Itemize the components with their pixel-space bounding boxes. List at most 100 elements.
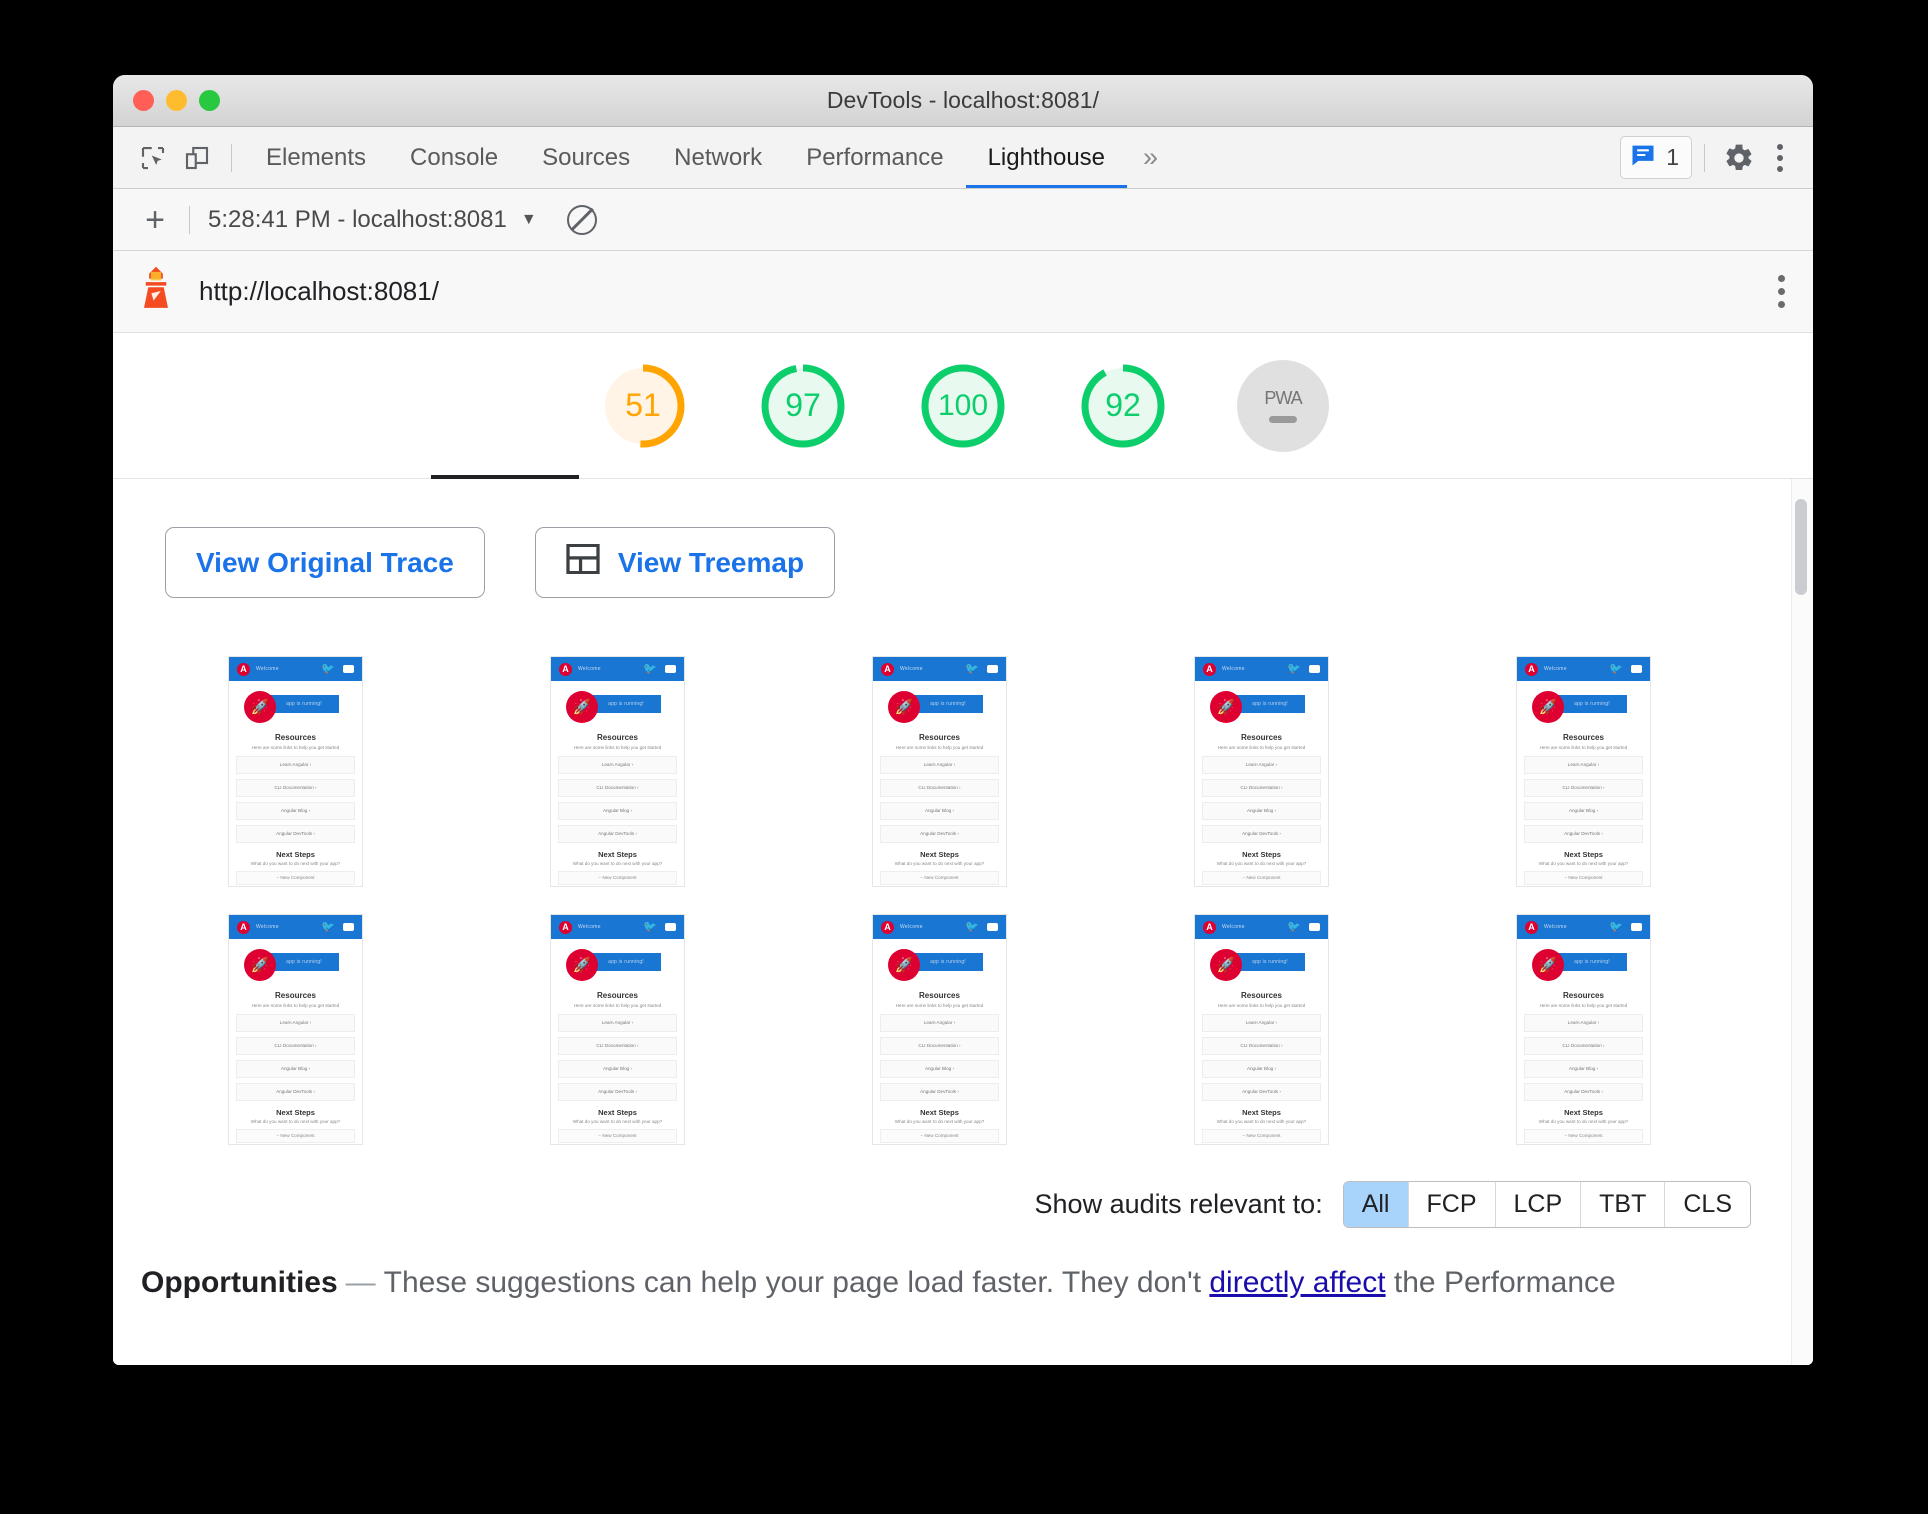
- tab-console[interactable]: Console: [388, 127, 520, 188]
- thumb-hero: app is running! 🚀: [873, 681, 1006, 731]
- report-action-buttons: View Original Trace View Treemap: [113, 479, 1813, 598]
- more-tabs-icon[interactable]: »: [1127, 142, 1174, 173]
- thumb-next-card: − New Component: [558, 1128, 677, 1143]
- youtube-icon: [1631, 665, 1642, 673]
- thumb-next-card: − New Component: [1202, 1128, 1321, 1143]
- angular-logo-icon: A: [237, 662, 250, 676]
- opportunities-section: Opportunities — These suggestions can help…: [113, 1228, 1813, 1300]
- report-options-icon[interactable]: [1778, 275, 1785, 308]
- view-original-trace-button[interactable]: View Original Trace: [165, 527, 485, 598]
- thumb-social: 🐦: [965, 663, 998, 675]
- thumb-resource-card: Angular Blog ›: [558, 801, 677, 820]
- opportunities-link[interactable]: directly affect: [1209, 1266, 1385, 1299]
- score-gauge-pwa[interactable]: PWA: [1237, 359, 1329, 452]
- thumb-next-heading: Next Steps: [598, 1107, 637, 1117]
- thumb-next-heading: Next Steps: [1564, 849, 1603, 859]
- thumb-brand: Welcome: [256, 666, 279, 672]
- report-select-label: 5:28:41 PM - localhost:8081: [208, 205, 507, 233]
- filmstrip-frame[interactable]: A Welcome 🐦 app is running! 🚀 Resources …: [1516, 914, 1651, 1145]
- tab-network[interactable]: Network: [652, 127, 784, 188]
- score-value-performance: 51: [625, 387, 661, 423]
- thumb-next-sub: What do you want to do next with your ap…: [1216, 860, 1307, 866]
- thumb-resource-card: CLI Documentation ›: [880, 778, 999, 797]
- thumb-resource-card: Angular DevTools ›: [236, 824, 355, 843]
- audit-filter-all[interactable]: All: [1343, 1182, 1409, 1227]
- thumb-resource-card: CLI Documentation ›: [880, 1036, 999, 1055]
- clear-all-icon[interactable]: [566, 204, 597, 235]
- toolbar-divider: [231, 143, 232, 172]
- score-gauge-best-practices[interactable]: 100: [917, 360, 1009, 452]
- thumb-next-heading: Next Steps: [920, 1107, 959, 1117]
- filmstrip-frame[interactable]: A Welcome 🐦 app is running! 🚀 Resources …: [550, 656, 685, 887]
- thumb-next-sub: What do you want to do next with your ap…: [894, 860, 985, 866]
- window-titlebar: DevTools - localhost:8081/: [113, 75, 1813, 127]
- thumb-resource-card: Angular DevTools ›: [880, 1082, 999, 1101]
- report-url: http://localhost:8081/: [199, 276, 439, 306]
- score-gauge-seo[interactable]: 92: [1077, 360, 1169, 452]
- thumb-heading: Resources: [1563, 733, 1604, 742]
- thumb-appbar: A Welcome 🐦: [551, 915, 684, 939]
- thumb-banner: app is running!: [591, 953, 661, 971]
- scrollbar-track[interactable]: [1791, 479, 1813, 1365]
- filmstrip-frame[interactable]: A Welcome 🐦 app is running! 🚀 Resources …: [1516, 656, 1651, 887]
- tab-performance[interactable]: Performance: [784, 127, 965, 188]
- new-report-button[interactable]: +: [133, 203, 177, 237]
- tab-elements[interactable]: Elements: [244, 127, 388, 188]
- tab-sources[interactable]: Sources: [520, 127, 652, 188]
- filmstrip-frame[interactable]: A Welcome 🐦 app is running! 🚀 Resources …: [872, 656, 1007, 887]
- kebab-menu-icon[interactable]: [1761, 143, 1799, 172]
- thumb-social: 🐦: [321, 921, 354, 933]
- thumb-appbar: A Welcome 🐦: [229, 915, 362, 939]
- thumb-subheading: Here are some links to help you get star…: [573, 745, 662, 750]
- scrollbar-thumb[interactable]: [1795, 499, 1807, 595]
- thumb-next-heading: Next Steps: [1242, 1107, 1281, 1117]
- score-gauges: 51 97 100 92 PWA: [113, 333, 1813, 479]
- thumb-resource-card: Angular Blog ›: [880, 1059, 999, 1078]
- issues-counter-button[interactable]: 1: [1620, 136, 1692, 179]
- youtube-icon: [1631, 923, 1642, 931]
- filmstrip-frame[interactable]: A Welcome 🐦 app is running! 🚀 Resources …: [1194, 914, 1329, 1145]
- inspect-cursor-icon[interactable]: [131, 136, 175, 180]
- gear-icon[interactable]: [1717, 136, 1761, 180]
- thumb-resource-card: CLI Documentation ›: [558, 778, 677, 797]
- thumb-resource-card: Learn Angular ›: [1202, 1013, 1321, 1032]
- thumb-appbar: A Welcome 🐦: [1517, 657, 1650, 681]
- audit-filter-lcp[interactable]: LCP: [1495, 1182, 1582, 1227]
- score-gauge-performance[interactable]: 51: [597, 360, 689, 452]
- thumb-social: 🐦: [1609, 921, 1642, 933]
- thumb-resource-card: Learn Angular ›: [1524, 1013, 1643, 1032]
- audit-filter-tbt[interactable]: TBT: [1581, 1182, 1666, 1227]
- thumb-resource-card: Learn Angular ›: [880, 755, 999, 774]
- thumb-brand: Welcome: [1544, 666, 1567, 672]
- thumb-banner: app is running!: [1235, 695, 1305, 713]
- thumb-resource-card: CLI Documentation ›: [1202, 778, 1321, 797]
- audit-filter-cls[interactable]: CLS: [1665, 1182, 1750, 1227]
- filmstrip-frame[interactable]: A Welcome 🐦 app is running! 🚀 Resources …: [1194, 656, 1329, 887]
- score-gauge-accessibility[interactable]: 97: [757, 360, 849, 452]
- thumb-resource-card: CLI Documentation ›: [1524, 1036, 1643, 1055]
- thumb-resource-card: Angular DevTools ›: [880, 824, 999, 843]
- tab-lighthouse[interactable]: Lighthouse: [966, 127, 1127, 188]
- view-treemap-button[interactable]: View Treemap: [534, 527, 836, 598]
- report-select[interactable]: 5:28:41 PM - localhost:8081 ▼: [208, 206, 537, 234]
- twitter-icon: 🐦: [1287, 662, 1301, 675]
- thumb-next-sub: What do you want to do next with your ap…: [1538, 1118, 1629, 1124]
- twitter-icon: 🐦: [1609, 662, 1623, 675]
- thumb-next-sub: What do you want to do next with your ap…: [1216, 1118, 1307, 1124]
- filmstrip-frame[interactable]: A Welcome 🐦 app is running! 🚀 Resources …: [550, 914, 685, 1145]
- thumb-appbar: A Welcome 🐦: [1195, 657, 1328, 681]
- thumb-next-sub: What do you want to do next with your ap…: [250, 860, 341, 866]
- thumb-next-sub: What do you want to do next with your ap…: [572, 860, 663, 866]
- thumb-brand: Welcome: [900, 924, 923, 930]
- thumb-banner: app is running!: [913, 695, 983, 713]
- device-toolbar-icon[interactable]: [175, 136, 219, 180]
- thumb-banner: app is running!: [1557, 953, 1627, 971]
- thumb-next-sub: What do you want to do next with your ap…: [1538, 860, 1629, 866]
- audit-filter-fcp[interactable]: FCP: [1408, 1182, 1496, 1227]
- devtools-tabstrip: Elements Console Sources Network Perform…: [113, 127, 1813, 189]
- filmstrip-frame[interactable]: A Welcome 🐦 app is running! 🚀 Resources …: [872, 914, 1007, 1145]
- filmstrip-frame[interactable]: A Welcome 🐦 app is running! 🚀 Resources …: [228, 914, 363, 1145]
- thumb-brand: Welcome: [900, 666, 923, 672]
- filmstrip-frame[interactable]: A Welcome 🐦 app is running! 🚀 Resources …: [228, 656, 363, 887]
- thumb-subheading: Here are some links to help you get star…: [1217, 745, 1306, 750]
